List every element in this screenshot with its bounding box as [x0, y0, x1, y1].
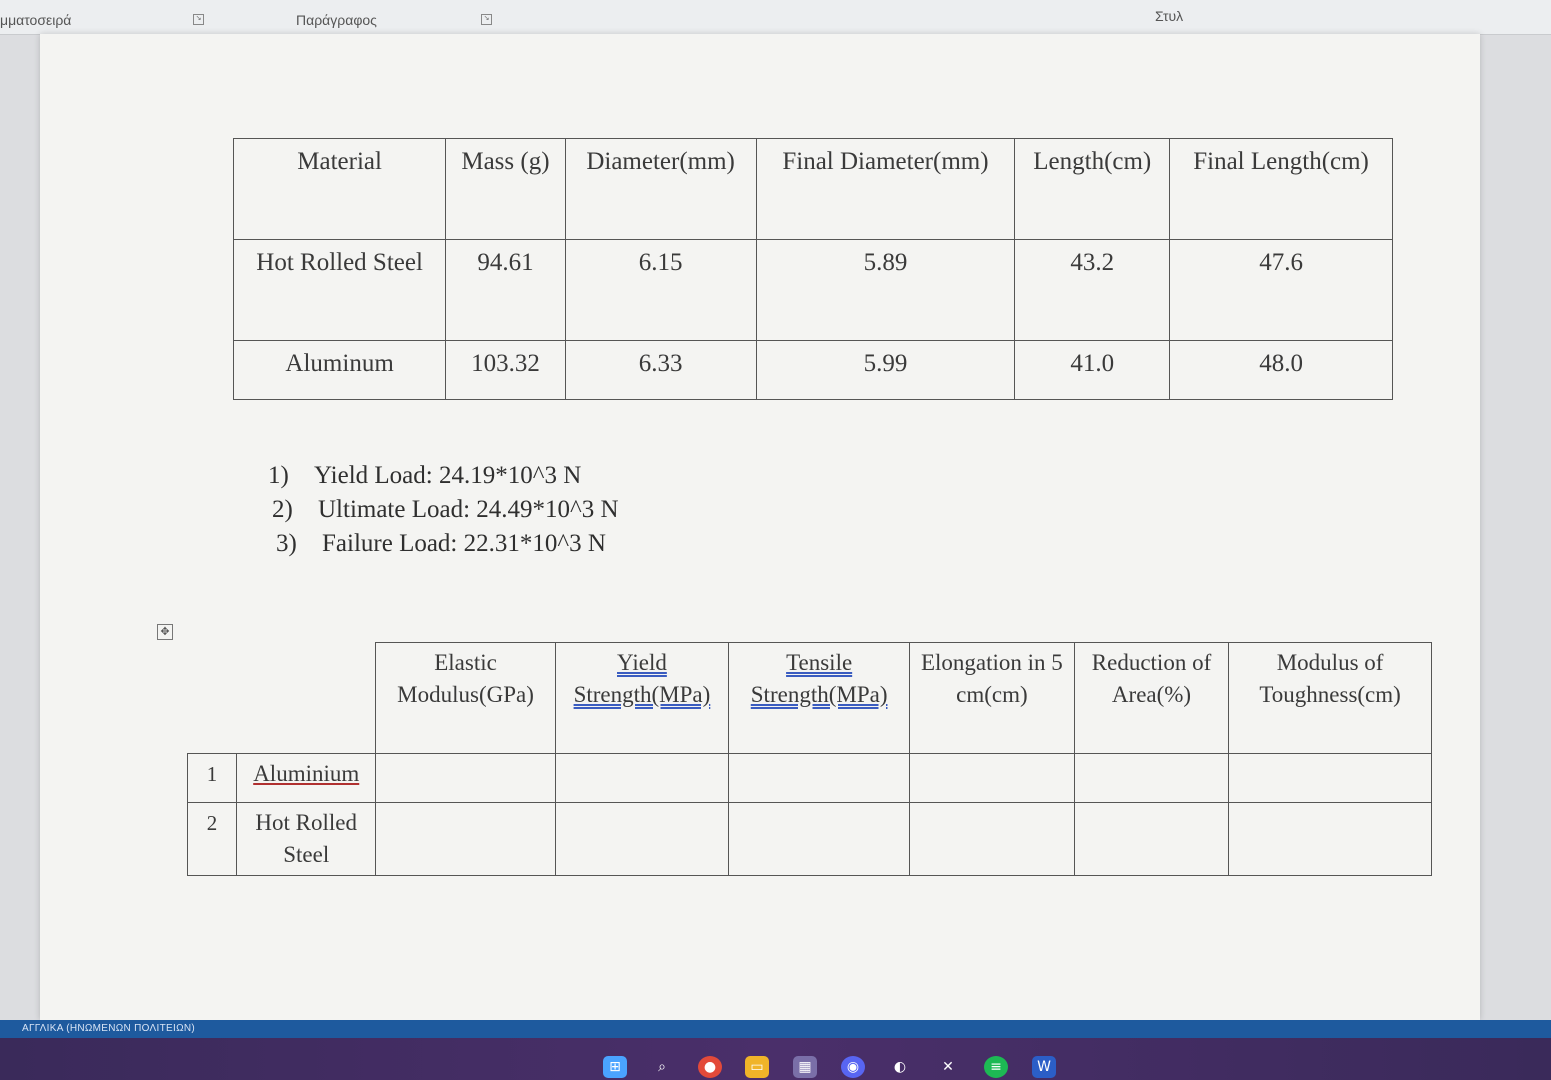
table-cell[interactable]	[375, 802, 556, 876]
header-cell[interactable]: Modulus of Toughness(cm)	[1228, 642, 1432, 754]
word-icon[interactable]: W	[1032, 1056, 1056, 1078]
styles-group-label: Στυλ	[1155, 8, 1184, 24]
table-cell[interactable]	[908, 753, 1075, 803]
table-cell[interactable]: 94.61	[445, 239, 566, 341]
table-cell[interactable]	[375, 753, 556, 803]
table-cell[interactable]	[1073, 753, 1230, 803]
header-cell[interactable]: Reduction of Area(%)	[1073, 642, 1230, 754]
language-indicator[interactable]: ΑΓΓΛΙΚΑ (ΗΝΩΜΕΝΩΝ ΠΟΛΙΤΕΙΩΝ)	[22, 1023, 195, 1034]
list-text: Ultimate Load: 24.49*10^3 N	[318, 496, 619, 523]
header-cell[interactable]: Elongation in 5 cm(cm)	[908, 642, 1075, 754]
table-cell[interactable]: 43.2	[1014, 239, 1171, 341]
xbox-icon[interactable]: ✕	[936, 1056, 960, 1078]
list-number: 1)	[268, 462, 289, 489]
table-cell[interactable]	[1228, 753, 1432, 803]
table-cell[interactable]	[554, 753, 730, 803]
row-number[interactable]: 2	[187, 802, 237, 876]
header-cell[interactable]: Elastic Modulus(GPa)	[375, 642, 556, 754]
specimen-table[interactable]: Material Mass (g) Diameter(mm) Final Dia…	[232, 138, 1393, 400]
list-item: 3) Failure Load: 22.31*10^3 N	[268, 527, 619, 561]
header-text: Yield Strength(MPa)	[573, 650, 711, 707]
table-cell[interactable]	[908, 802, 1075, 876]
table-cell[interactable]: 48.0	[1169, 340, 1393, 400]
table-row: 2 Hot Rolled Steel	[187, 802, 1432, 876]
header-cell[interactable]: Final Diameter(mm)	[755, 138, 1016, 240]
paragraph-dialog-launcher-icon[interactable]: ↘	[481, 14, 492, 25]
table-cell[interactable]: 47.6	[1169, 239, 1393, 341]
properties-table[interactable]: Elastic Modulus(GPa) Yield Strength(MPa)…	[187, 642, 1432, 876]
font-group-label: μματοσειρά	[0, 12, 72, 28]
table-cell[interactable]	[728, 802, 910, 876]
table-cell[interactable]	[1073, 802, 1230, 876]
table-row: Hot Rolled Steel 94.61 6.15 5.89 43.2 47…	[232, 239, 1393, 341]
table-row: Aluminum 103.32 6.33 5.99 41.0 48.0	[232, 340, 1393, 400]
header-cell[interactable]: Length(cm)	[1014, 138, 1171, 240]
font-dialog-launcher-icon[interactable]: ↘	[193, 14, 204, 25]
header-cell[interactable]: Tensile Strength(MPa)	[728, 642, 910, 754]
table-cell[interactable]: Hot Rolled Steel	[235, 802, 377, 876]
table-cell[interactable]: 5.99	[755, 340, 1016, 400]
table-cell[interactable]: Aluminum	[232, 340, 447, 400]
table-cell[interactable]: 41.0	[1014, 340, 1171, 400]
steam-icon[interactable]: ◐	[888, 1056, 912, 1078]
table-row: 1 Aluminium	[187, 753, 1432, 803]
chrome-icon[interactable]: ●	[698, 1056, 722, 1078]
search-icon[interactable]: ⌕	[650, 1056, 674, 1078]
store-icon[interactable]: ▦	[793, 1056, 817, 1078]
table-cell[interactable]: 6.15	[564, 239, 757, 341]
header-cell[interactable]: Diameter(mm)	[564, 138, 757, 240]
header-text: Tensile Strength(MPa)	[750, 650, 888, 707]
table-cell[interactable]: 6.33	[564, 340, 757, 400]
list-text: Yield Load: 24.19*10^3 N	[314, 462, 582, 489]
taskbar	[0, 1038, 1551, 1080]
row-number[interactable]: 1	[187, 753, 237, 803]
table-header-row: Elastic Modulus(GPa) Yield Strength(MPa)…	[187, 642, 1432, 754]
spotify-icon[interactable]: ≡	[984, 1056, 1008, 1078]
list-number: 2)	[272, 496, 293, 523]
list-text: Failure Load: 22.31*10^3 N	[322, 530, 606, 557]
table-cell[interactable]: Hot Rolled Steel	[232, 239, 447, 341]
material-text: Aluminium	[253, 761, 360, 786]
empty-corner-cell	[187, 642, 377, 754]
table-cell[interactable]: 5.89	[755, 239, 1016, 341]
document-page[interactable]: Material Mass (g) Diameter(mm) Final Dia…	[40, 34, 1480, 1020]
header-cell[interactable]: Mass (g)	[445, 138, 566, 240]
table-cell[interactable]: 103.32	[445, 340, 566, 400]
file-explorer-icon[interactable]: ▭	[745, 1056, 769, 1078]
table-move-handle-icon[interactable]: ✥	[157, 624, 173, 640]
status-bar: ΑΓΓΛΙΚΑ (ΗΝΩΜΕΝΩΝ ΠΟΛΙΤΕΙΩΝ)	[0, 1020, 1551, 1038]
ribbon: μματοσειρά ↘ Παράγραφος ↘ Στυλ	[0, 0, 1551, 35]
table-header-row: Material Mass (g) Diameter(mm) Final Dia…	[232, 138, 1393, 240]
list-item: 2) Ultimate Load: 24.49*10^3 N	[268, 493, 619, 527]
list-item: 1) Yield Load: 24.19*10^3 N	[268, 459, 619, 493]
discord-icon[interactable]: ◉	[841, 1056, 865, 1078]
header-cell[interactable]: Final Length(cm)	[1169, 138, 1393, 240]
table-cell[interactable]	[728, 753, 910, 803]
header-cell[interactable]: Yield Strength(MPa)	[554, 642, 730, 754]
table-cell[interactable]	[1228, 802, 1432, 876]
list-number: 3)	[276, 530, 297, 557]
header-cell[interactable]: Material	[232, 138, 447, 240]
paragraph-group-label: Παράγραφος	[296, 12, 377, 28]
table-cell[interactable]: Aluminium	[235, 753, 377, 803]
table-cell[interactable]	[554, 802, 730, 876]
start-icon[interactable]: ⊞	[603, 1056, 627, 1078]
loads-list[interactable]: 1) Yield Load: 24.19*10^3 N 2) Ultimate …	[268, 459, 619, 561]
